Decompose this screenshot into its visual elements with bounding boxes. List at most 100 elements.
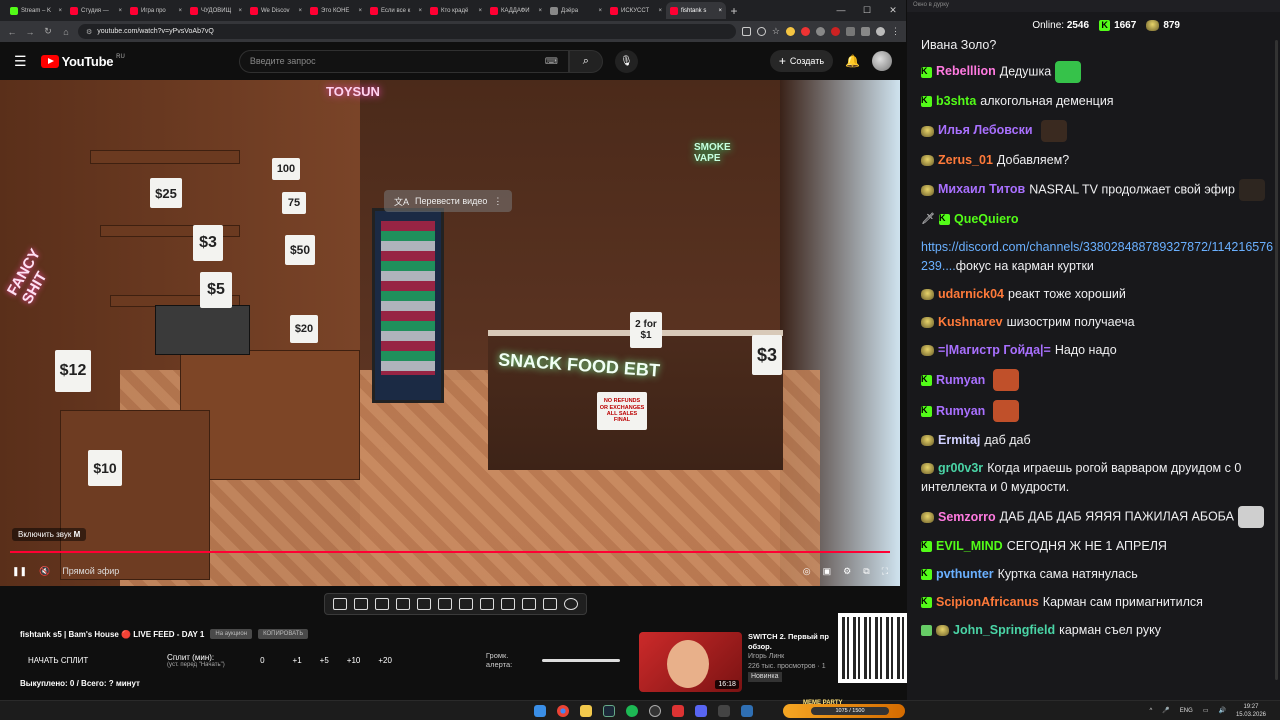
browser-tab[interactable]: Студия — × [66, 2, 126, 19]
tab-close-icon[interactable]: × [178, 8, 182, 14]
split-value[interactable]: +5 [320, 656, 329, 665]
recommended-title[interactable]: SWITCH 2. Первый пр [748, 632, 839, 642]
split-value[interactable]: +1 [293, 656, 302, 665]
extension-yellow-icon[interactable] [786, 27, 795, 36]
tab-close-icon[interactable]: × [538, 8, 542, 14]
tab-close-icon[interactable]: × [238, 8, 242, 14]
recommended-thumbnail[interactable]: 16:18 [639, 632, 742, 692]
add-box-icon[interactable] [501, 598, 515, 610]
chat-username[interactable]: =|Магистр Гойда|= [938, 343, 1051, 357]
tab-close-icon[interactable]: × [58, 8, 62, 14]
app-dark-icon[interactable] [718, 704, 730, 717]
chat-username[interactable]: Rebelllion [936, 64, 996, 78]
progress-bar[interactable] [10, 551, 890, 553]
split-value[interactable]: +10 [347, 656, 361, 665]
chat-username[interactable]: John_Springfield [953, 623, 1055, 637]
keyboard-icon[interactable] [438, 598, 452, 610]
unmute-hint[interactable]: Включить звук M [12, 528, 87, 541]
browser-tab[interactable]: Кто крадё × [426, 2, 486, 19]
chat-username[interactable]: Kushnarev [938, 315, 1003, 329]
miniplayer-icon[interactable]: ⧉ [863, 566, 869, 577]
new-tab-button[interactable]: + [726, 3, 742, 19]
lang-indicator[interactable]: ENG [1180, 708, 1193, 714]
search-input[interactable]: Введите запрос ⌨ [238, 49, 569, 73]
picture-in-picture-icon[interactable] [417, 598, 431, 610]
chat-username[interactable]: Zerus_01 [938, 153, 993, 167]
video-player[interactable]: $25 $3 $5 $50 $20 100 75 $12 $10 FANCY S… [0, 80, 900, 586]
loop-icon[interactable] [333, 598, 347, 610]
browser-tab[interactable]: Дзёра × [546, 2, 606, 19]
cast-icon[interactable] [741, 27, 751, 36]
chat-username[interactable]: pvthunter [936, 567, 994, 581]
split-value[interactable]: 0 [260, 656, 264, 665]
browser-tab[interactable]: Игра про × [126, 2, 186, 19]
auction-button[interactable]: На аукцион [210, 629, 253, 639]
film-icon[interactable] [396, 598, 410, 610]
broadcast-icon[interactable] [354, 598, 368, 610]
screenshot-video-icon[interactable] [375, 598, 389, 610]
meme-party-widget[interactable]: MEME PARTY 1075 / 1500 [783, 700, 905, 718]
back-icon[interactable]: ← [6, 27, 18, 37]
chat-username[interactable]: QueQuiero [954, 212, 1019, 226]
browser-tab[interactable]: Stream – K × [6, 2, 66, 19]
youtube-logo[interactable]: YouTube RU [40, 54, 125, 69]
maximize-icon[interactable]: ☐ [854, 5, 880, 16]
avatar[interactable] [872, 51, 892, 71]
fullscreen-icon[interactable]: ⛶ [882, 566, 888, 577]
tab-close-icon[interactable]: × [118, 8, 122, 14]
keyboard-icon[interactable]: ⌨ [545, 56, 558, 67]
extension-red-icon[interactable] [801, 27, 810, 36]
menu-dots-icon[interactable]: ⋮ [891, 26, 900, 37]
chat-username[interactable]: Rumyan [936, 373, 985, 387]
app-chat-icon[interactable] [741, 704, 753, 717]
split-value[interactable]: +20 [378, 656, 392, 665]
recommended-video[interactable]: 16:18 SWITCH 2. Первый пр обзор. Игорь Л… [639, 632, 839, 692]
browser-tab[interactable]: We Discov × [246, 2, 306, 19]
search-button[interactable]: ⌕ [568, 49, 603, 73]
network-icon[interactable]: ▭ [1203, 707, 1209, 714]
create-button[interactable]: + Создать [769, 50, 834, 72]
flask-icon[interactable] [543, 598, 557, 610]
windows-start-icon[interactable] [534, 704, 546, 717]
app-red-icon[interactable] [672, 704, 684, 717]
gear-icon[interactable] [564, 598, 578, 610]
alert-volume-slider[interactable] [541, 658, 620, 662]
app-blue-icon[interactable] [695, 704, 707, 717]
browser-tab[interactable]: Это КОНЕ × [306, 2, 366, 19]
mic-icon[interactable]: 🎤 [1162, 707, 1169, 714]
tab-close-icon[interactable]: × [718, 8, 722, 14]
chat-username[interactable]: Rumyan [936, 404, 985, 418]
recommended-channel[interactable]: Игорь Линк [748, 652, 839, 661]
speed-icon[interactable] [459, 598, 473, 610]
spotify-icon[interactable] [626, 704, 638, 717]
download-icon[interactable] [861, 27, 870, 36]
obs-icon[interactable] [649, 704, 661, 717]
notifications-bell-icon[interactable]: 🔔 [845, 54, 860, 68]
settings-gear-icon[interactable]: ⚙ [843, 566, 851, 577]
site-info-icon[interactable]: ⚙ [86, 28, 92, 36]
forward-icon[interactable]: → [24, 27, 36, 37]
camera-icon[interactable] [522, 598, 536, 610]
copy-button[interactable]: КОПИРОВАТЬ [258, 629, 309, 639]
start-split-button[interactable]: НАЧАТЬ СПЛИТ [20, 656, 167, 665]
chat-username[interactable]: udarnick04 [938, 287, 1004, 301]
tab-close-icon[interactable]: × [658, 8, 662, 14]
files-icon[interactable] [580, 704, 592, 717]
recommended-title-2[interactable]: обзор. [748, 642, 839, 652]
more-icon[interactable]: ⋮ [493, 196, 502, 207]
tab-close-icon[interactable]: × [358, 8, 362, 14]
pause-icon[interactable]: ❚❚ [12, 566, 27, 577]
subtitles-icon[interactable]: ▣ [823, 566, 832, 577]
chat-username[interactable]: Михаил Титов [938, 182, 1025, 196]
home-icon[interactable]: ⌂ [60, 27, 72, 37]
sponsor-icon[interactable]: ◎ [803, 566, 811, 577]
extension-red2-icon[interactable] [831, 27, 840, 36]
browser-tab[interactable]: КАДДАФИ × [486, 2, 546, 19]
extension-gray-icon[interactable] [816, 27, 825, 36]
tab-close-icon[interactable]: × [478, 8, 482, 14]
tray-chevron-icon[interactable]: ^ [1149, 708, 1152, 714]
reload-icon[interactable]: ↻ [42, 26, 54, 37]
tab-close-icon[interactable]: × [418, 8, 422, 14]
chat-username[interactable]: Ermitaj [938, 433, 980, 447]
star-icon[interactable]: ☆ [772, 26, 780, 37]
